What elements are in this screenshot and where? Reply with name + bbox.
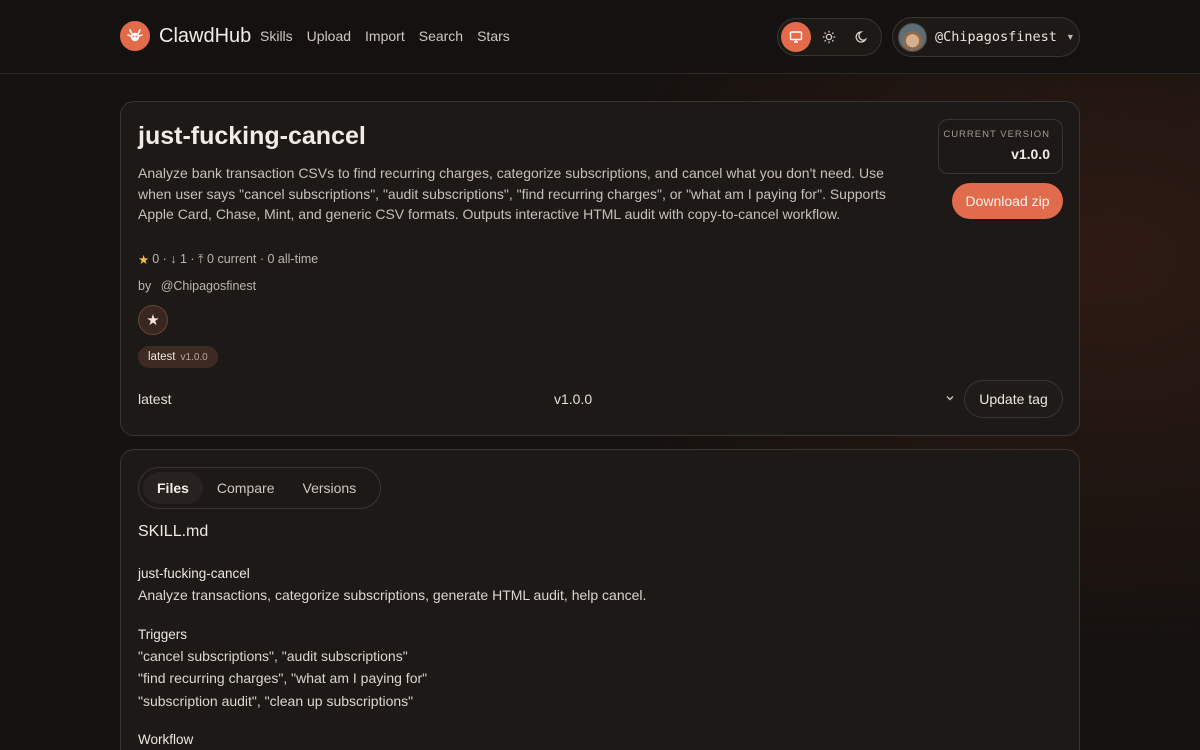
lobster-icon — [120, 21, 150, 51]
tab-versions[interactable]: Versions — [289, 472, 371, 504]
caret-down-icon: ▼ — [1065, 32, 1075, 42]
nav-stars[interactable]: Stars — [477, 28, 510, 44]
nav-import[interactable]: Import — [365, 28, 405, 44]
app-name: ClawdHub — [159, 24, 252, 47]
tag-name: latest — [148, 351, 176, 363]
files-card: Files Compare Versions SKILL.md just-fuc… — [120, 449, 1080, 750]
star-icon: ★ — [146, 312, 160, 329]
theme-switcher — [777, 18, 882, 56]
file-tabs: Files Compare Versions — [138, 467, 381, 509]
tag-version: v1.0.0 — [180, 351, 208, 363]
nav-skills[interactable]: Skills — [260, 28, 293, 44]
md-trigger-line: "cancel subscriptions", "audit subscript… — [138, 647, 408, 664]
file-name: SKILL.md — [138, 523, 209, 540]
version-select[interactable]: v1.0.0 — [554, 391, 592, 407]
skill-card: just-fucking-cancel Analyze bank transac… — [120, 101, 1080, 436]
avatar — [898, 22, 927, 52]
md-summary: Analyze transactions, categorize subscri… — [138, 587, 647, 603]
stats-text: 0 · ↓ 1 · ⤒ 0 current · 0 all-time — [152, 252, 319, 266]
sun-icon[interactable] — [814, 22, 844, 52]
user-menu[interactable]: @Chipagosfinest ▼ — [892, 17, 1080, 57]
tag-chip: latest v1.0.0 — [138, 346, 218, 368]
tab-files[interactable]: Files — [143, 472, 203, 504]
monitor-icon[interactable] — [781, 22, 811, 52]
md-trigger-line: "subscription audit", "clean up subscrip… — [138, 692, 414, 709]
current-version-value: v1.0.0 — [1011, 146, 1050, 162]
md-trigger-line: "find recurring charges", "what am I pay… — [138, 670, 428, 686]
main-nav: Skills Upload Import Search Stars — [260, 28, 510, 44]
brand[interactable]: ClawdHub — [120, 21, 251, 51]
update-tag-button[interactable]: Update tag — [964, 380, 1063, 418]
nav-upload[interactable]: Upload — [307, 28, 351, 44]
user-name: @Chipagosfinest — [935, 29, 1057, 45]
byline: by @Chipagosfinest — [138, 279, 256, 293]
markdown-content: just-fucking-cancel Analyze transactions… — [138, 564, 938, 750]
tag-select-label: latest — [138, 391, 172, 407]
nav-search[interactable]: Search — [419, 28, 463, 44]
download-zip-button[interactable]: Download zip — [952, 183, 1063, 219]
md-workflow-heading: Workflow — [138, 732, 194, 747]
current-version-box: CURRENT VERSION v1.0.0 — [938, 119, 1063, 174]
chevron-down-icon[interactable] — [944, 392, 956, 404]
by-label: by — [138, 279, 152, 293]
skill-stats: ★ 0 · ↓ 1 · ⤒ 0 current · 0 all-time — [138, 252, 318, 267]
top-navigation: ClawdHub Skills Upload Import Search Sta… — [0, 0, 1200, 74]
author-link[interactable]: @Chipagosfinest — [161, 279, 256, 293]
tab-compare[interactable]: Compare — [203, 472, 289, 504]
md-triggers-heading: Triggers — [138, 626, 188, 642]
current-version-label: CURRENT VERSION — [943, 129, 1050, 140]
skill-title: just-fucking-cancel — [138, 122, 366, 150]
skill-description: Analyze bank transaction CSVs to find re… — [138, 165, 886, 222]
moon-icon[interactable] — [847, 22, 877, 52]
md-heading: just-fucking-cancel — [138, 566, 250, 581]
star-button[interactable]: ★ — [138, 305, 168, 335]
star-icon: ★ — [138, 253, 150, 267]
